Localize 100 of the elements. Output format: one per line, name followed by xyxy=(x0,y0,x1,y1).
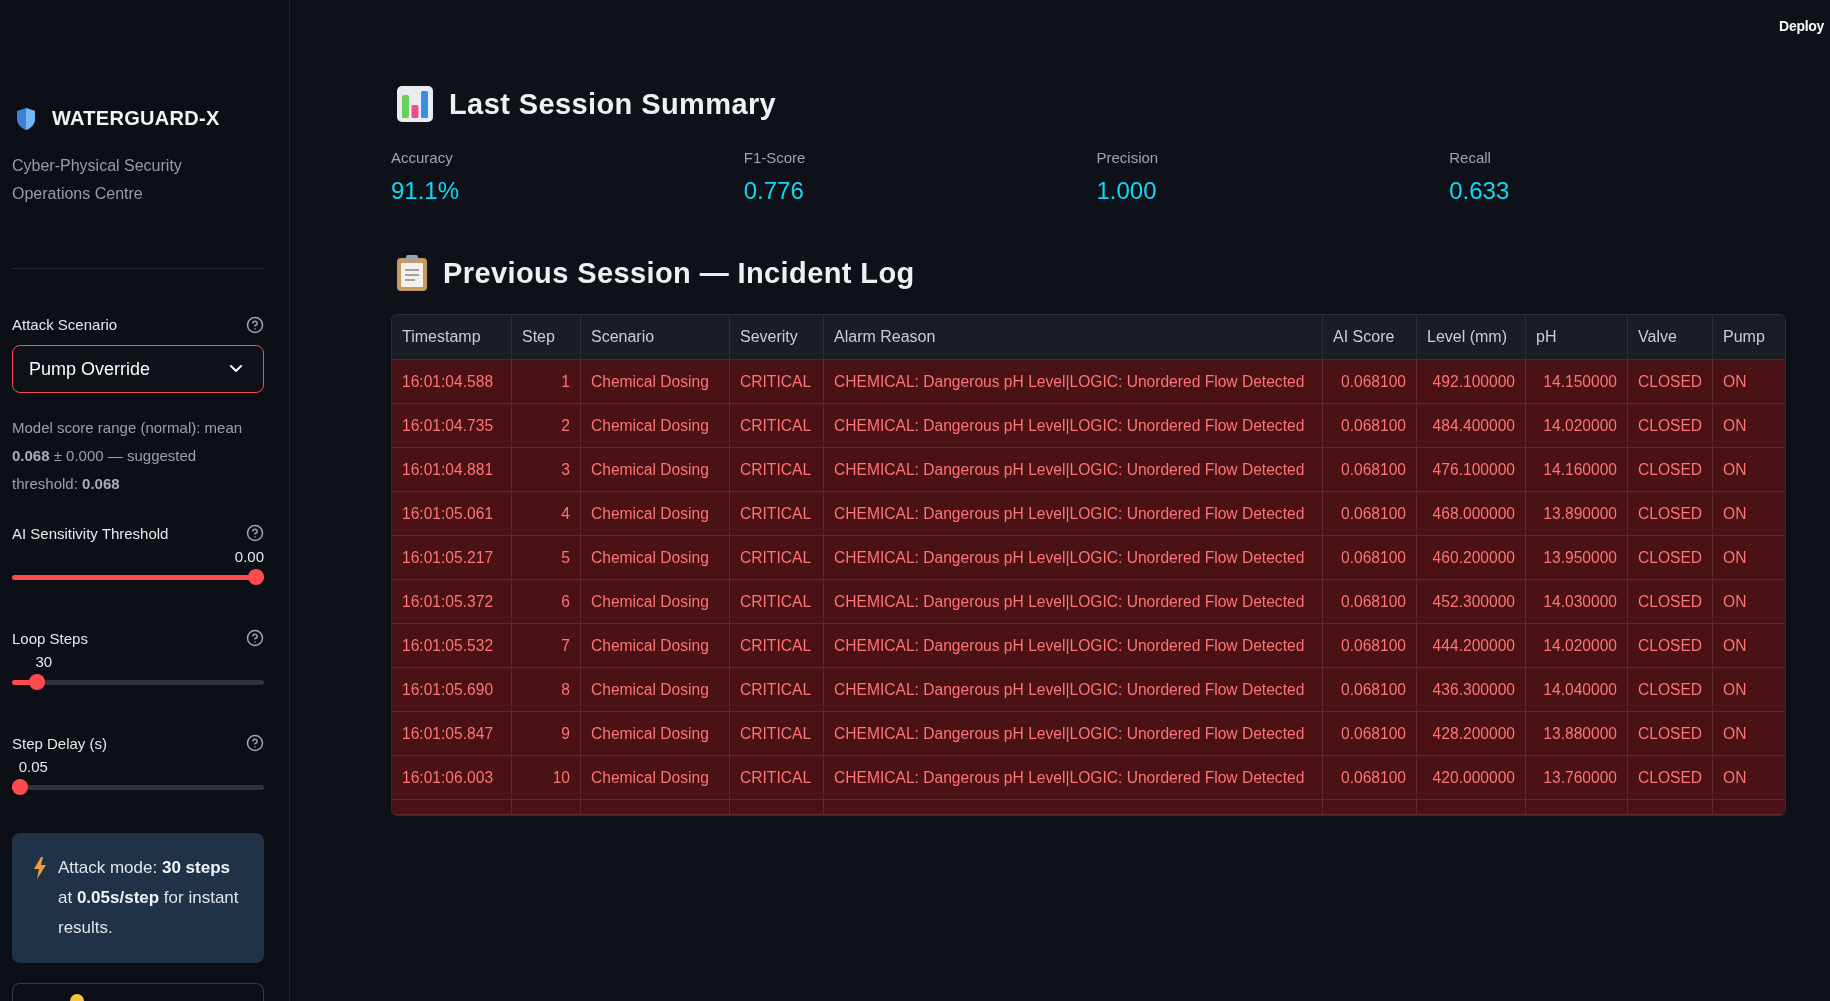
table-cell: CRITICAL xyxy=(729,756,823,799)
column-header[interactable]: Severity xyxy=(729,315,823,359)
slider-label: Loop Steps xyxy=(12,629,88,647)
table-cell: 4 xyxy=(511,492,580,535)
column-header[interactable]: AI Score xyxy=(1322,315,1416,359)
help-icon[interactable] xyxy=(246,315,264,334)
table-cell: 428.200000 xyxy=(1416,712,1525,755)
section-heading: Last Session Summary xyxy=(449,87,777,121)
table-cell: 468.000000 xyxy=(1416,492,1525,535)
table-cell: 8 xyxy=(511,668,580,711)
table-cell: 14.040000 xyxy=(1525,668,1627,711)
table-cell: ON xyxy=(1712,756,1785,799)
clipboard-icon xyxy=(397,255,427,291)
slider-thumb[interactable] xyxy=(12,779,28,795)
column-header[interactable]: Step xyxy=(511,315,580,359)
table-cell: CLOSED xyxy=(1627,404,1712,447)
table-cell: 0.068100 xyxy=(1322,580,1416,623)
table-cell: Chemical Dosing xyxy=(580,404,729,447)
table-cell-text: 16:01:06.003 xyxy=(401,767,495,788)
metric-value: 91.1% xyxy=(391,176,460,206)
table-cell: ON xyxy=(1712,624,1785,667)
table-cell: 0.068100 xyxy=(1322,712,1416,755)
table-cell: 10 xyxy=(511,756,580,799)
column-header[interactable]: Scenario xyxy=(580,315,729,359)
table-cell: CRITICAL xyxy=(729,536,823,579)
slider-value: 0.00 xyxy=(234,547,264,567)
table-cell: CLOSED xyxy=(1627,536,1712,579)
table-cell: 14.020000 xyxy=(1525,404,1627,447)
column-header[interactable]: Alarm Reason xyxy=(823,315,1322,359)
metric-value: 0.633 xyxy=(1449,176,1510,206)
app-title: WATERGUARD-X xyxy=(52,107,220,131)
table-cell: CHEMICAL: Dangerous pH Level|LOGIC: Unordered Flow Detected xyxy=(823,536,1322,579)
table-cell: Chemical Dosing xyxy=(580,580,729,623)
table-cell: 444.200000 xyxy=(1416,624,1525,667)
table-cell: ON xyxy=(1712,536,1785,579)
table-cell: 13.950000 xyxy=(1525,536,1627,579)
metric-value: 0.776 xyxy=(743,176,804,206)
table-cell: CHEMICAL: Dangerous pH Level|LOGIC: Unordered Flow Detected xyxy=(823,360,1322,403)
table-cell: Chemical Dosing xyxy=(580,360,729,403)
slider-thumb[interactable] xyxy=(29,674,46,690)
table-cell: Chemical Dosing xyxy=(580,492,729,535)
table-cell: CLOSED xyxy=(1627,580,1712,623)
deploy-button[interactable]: Deploy xyxy=(1779,16,1824,36)
help-icon[interactable] xyxy=(246,524,264,542)
scenario-select[interactable]: Pump Override xyxy=(12,345,264,393)
help-icon[interactable] xyxy=(246,629,264,647)
table-cell-text: 16:01:05.532 xyxy=(401,635,495,656)
table-cell: 6 xyxy=(511,580,580,623)
bar-chart-icon xyxy=(397,86,433,122)
table-cell: 14.030000 xyxy=(1525,580,1627,623)
section-heading: Previous Session — Incident Log xyxy=(443,256,915,290)
table-cell: CHEMICAL: Dangerous pH Level|LOGIC: Unordered Flow Detected xyxy=(823,624,1322,667)
shield-icon xyxy=(17,107,35,130)
table-cell: CLOSED xyxy=(1627,756,1712,799)
table-cell-text: 16:01:04.588 xyxy=(401,371,495,392)
table-cell: CRITICAL xyxy=(729,492,823,535)
table-cell: 452.300000 xyxy=(1416,580,1525,623)
column-header[interactable]: Timestamp xyxy=(392,315,511,359)
table-cell: CRITICAL xyxy=(729,404,823,447)
field-label: Attack Scenario xyxy=(12,316,118,334)
table-cell: CLOSED xyxy=(1627,668,1712,711)
slider-thumb[interactable] xyxy=(248,569,264,585)
table-cell-text: 16:01:05.061 xyxy=(401,503,495,524)
table-cell: CRITICAL xyxy=(729,580,823,623)
table-cell: 13.890000 xyxy=(1525,492,1627,535)
table-cell: CRITICAL xyxy=(729,624,823,667)
metric-value: 1.000 xyxy=(1096,176,1157,206)
column-header[interactable]: Valve xyxy=(1627,315,1712,359)
table-cell: ON xyxy=(1712,360,1785,403)
table-cell: CRITICAL xyxy=(729,668,823,711)
lightning-icon xyxy=(34,857,46,879)
column-header[interactable]: Pump xyxy=(1712,315,1785,359)
help-icon[interactable] xyxy=(246,734,264,752)
table-cell: Chemical Dosing xyxy=(580,448,729,491)
metric-label: F1-Score xyxy=(743,148,806,168)
score-note: Model score range (normal): mean 0.068 ± 0.000 — suggested threshold: 0.068 xyxy=(12,418,244,494)
table-cell-text: 16:01:05.217 xyxy=(401,547,495,568)
table-cell: ON xyxy=(1712,668,1785,711)
column-header[interactable]: Level (mm) xyxy=(1416,315,1525,359)
column-header[interactable]: pH xyxy=(1525,315,1627,359)
table-cell: 0.068100 xyxy=(1322,448,1416,491)
table-cell: ON xyxy=(1712,492,1785,535)
table-cell: 0.068100 xyxy=(1322,404,1416,447)
table-cell: 460.200000 xyxy=(1416,536,1525,579)
table-cell: 1 xyxy=(511,360,580,403)
table-cell: CHEMICAL: Dangerous pH Level|LOGIC: Unordered Flow Detected xyxy=(823,492,1322,535)
table-cell: CRITICAL xyxy=(729,360,823,403)
info-text: Attack mode: 30 steps at 0.05s/step for instant results. xyxy=(58,857,240,939)
table-cell: 2 xyxy=(511,404,580,447)
table-cell: 0.068100 xyxy=(1322,536,1416,579)
table-cell: 492.100000 xyxy=(1416,360,1525,403)
table-cell: 14.020000 xyxy=(1525,624,1627,667)
table-cell-text: 16:01:05.690 xyxy=(401,679,495,700)
table-cell: 14.160000 xyxy=(1525,448,1627,491)
table-cell: CLOSED xyxy=(1627,712,1712,755)
app-subtitle: Cyber-Physical Security Operations Centre xyxy=(12,155,183,204)
table-cell-text: 16:01:04.735 xyxy=(401,415,495,436)
table-cell: ON xyxy=(1712,580,1785,623)
table-cell: Chemical Dosing xyxy=(580,712,729,755)
table-cell: 436.300000 xyxy=(1416,668,1525,711)
